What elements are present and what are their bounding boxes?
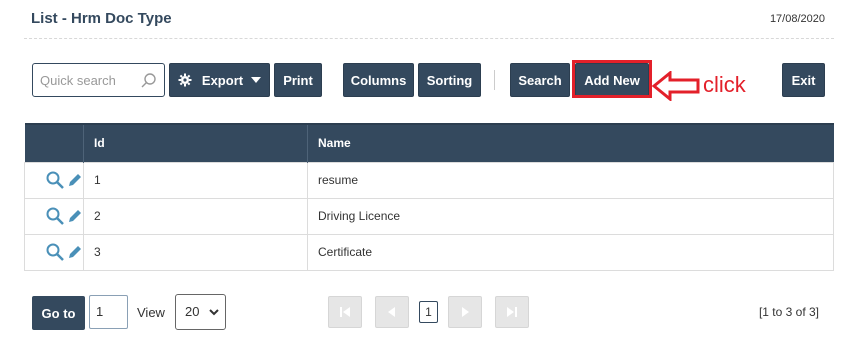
add-new-highlight [572, 60, 652, 98]
current-page[interactable]: 1 [419, 301, 438, 323]
edit-icon[interactable] [67, 244, 83, 260]
page-title: List - Hrm Doc Type [31, 10, 172, 27]
column-header-actions [24, 123, 84, 162]
search-icon [141, 73, 156, 88]
column-header-id[interactable]: Id [83, 123, 308, 162]
quick-search-input[interactable]: Quick search [32, 63, 165, 97]
first-page-button[interactable] [328, 296, 362, 328]
print-button[interactable]: Print [274, 63, 322, 97]
columns-button[interactable]: Columns [343, 63, 414, 97]
goto-button[interactable]: Go to [32, 296, 85, 330]
table-row: 3 Certificate [24, 233, 834, 271]
view-icon[interactable] [45, 170, 65, 190]
table-header-row: Id Name [24, 123, 834, 162]
record-range: [1 to 3 of 3] [758, 305, 819, 319]
cell-name: resume [307, 161, 834, 199]
table-row: 1 resume [24, 161, 834, 199]
row-actions [24, 197, 84, 235]
chevron-right-icon [462, 307, 469, 317]
toolbar-separator [494, 70, 495, 90]
last-page-icon [507, 307, 517, 317]
row-actions [24, 161, 84, 199]
view-icon[interactable] [45, 206, 65, 226]
first-page-icon [340, 307, 350, 317]
chevron-left-icon [388, 307, 395, 317]
column-header-name[interactable]: Name [307, 123, 834, 162]
cell-name: Certificate [307, 233, 834, 271]
gear-icon [178, 73, 192, 87]
edit-icon[interactable] [67, 208, 83, 224]
page-size-select[interactable]: 20 [175, 294, 226, 330]
cell-name: Driving Licence [307, 197, 834, 235]
prev-page-button[interactable] [375, 296, 409, 328]
export-label: Export [201, 72, 244, 88]
quick-search-placeholder: Quick search [40, 73, 116, 88]
date-label: 17/08/2020 [769, 13, 825, 25]
row-actions [24, 233, 84, 271]
last-page-button[interactable] [495, 296, 529, 328]
sorting-button[interactable]: Sorting [418, 63, 481, 97]
cell-id: 1 [83, 161, 308, 199]
arrow-left-icon [652, 71, 700, 101]
export-button[interactable]: Export [169, 63, 270, 97]
table-row: 2 Driving Licence [24, 197, 834, 235]
click-annotation: click [703, 72, 746, 97]
view-label: View [137, 305, 165, 320]
edit-icon[interactable] [67, 172, 83, 188]
search-button[interactable]: Search [510, 63, 570, 97]
next-page-button[interactable] [448, 296, 482, 328]
chevron-down-icon [209, 309, 219, 316]
cell-id: 3 [83, 233, 308, 271]
doc-type-table: Id Name 1 resume 2 Driving Licence 3 Cer… [24, 123, 834, 271]
caret-down-icon [251, 77, 262, 83]
view-icon[interactable] [45, 242, 65, 262]
exit-button[interactable]: Exit [782, 63, 825, 97]
cell-id: 2 [83, 197, 308, 235]
goto-page-input[interactable]: 1 [89, 295, 128, 329]
page-size-value: 20 [185, 304, 200, 319]
header-divider [24, 38, 834, 39]
